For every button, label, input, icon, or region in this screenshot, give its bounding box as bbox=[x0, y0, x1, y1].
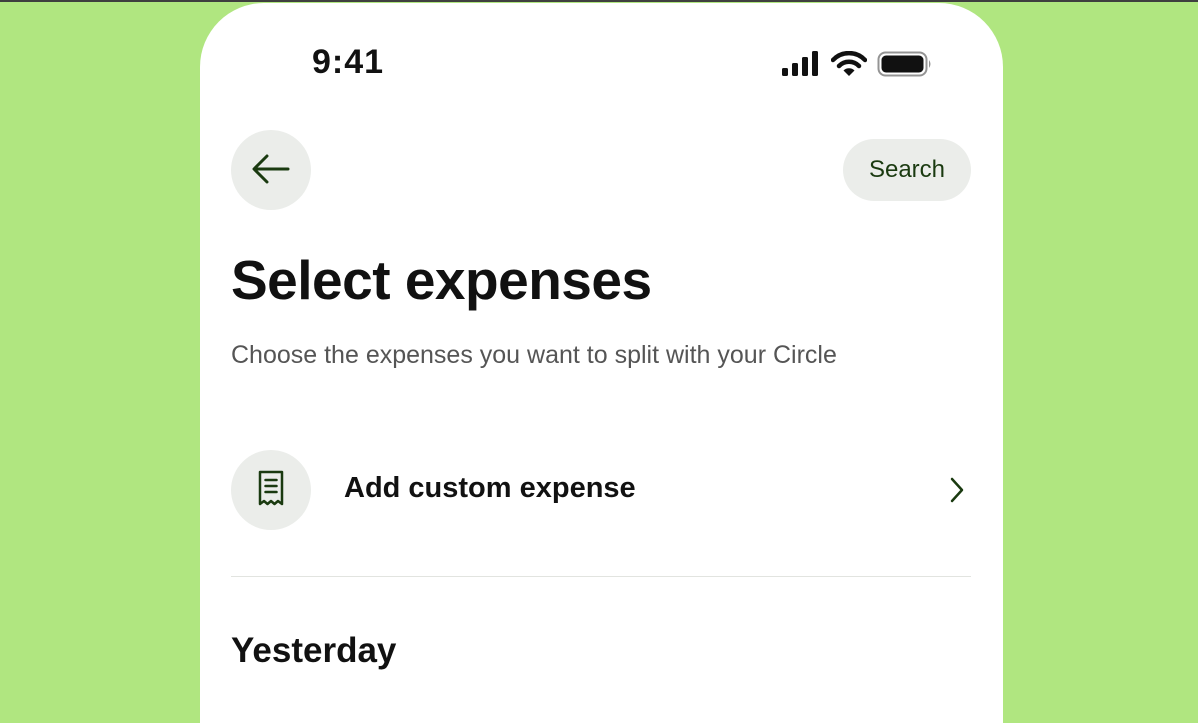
section-header-yesterday: Yesterday bbox=[231, 631, 397, 670]
cellular-signal-icon bbox=[781, 51, 821, 82]
add-custom-expense-label: Add custom expense bbox=[344, 472, 636, 504]
status-time: 9:41 bbox=[312, 43, 385, 81]
top-border bbox=[0, 0, 1198, 2]
phone-screen: 9:41 Search Select expenses Choose the e… bbox=[200, 3, 1003, 723]
wifi-icon bbox=[830, 50, 868, 82]
battery-icon bbox=[877, 51, 933, 82]
page-title: Select expenses bbox=[231, 249, 652, 311]
back-button[interactable] bbox=[231, 130, 311, 210]
divider bbox=[231, 576, 971, 577]
status-icons bbox=[781, 50, 933, 82]
arrow-left-icon bbox=[251, 153, 291, 188]
add-custom-expense-row[interactable]: Add custom expense bbox=[231, 450, 971, 530]
search-button[interactable]: Search bbox=[843, 139, 971, 201]
chevron-right-icon bbox=[949, 476, 965, 509]
page-subtitle: Choose the expenses you want to split wi… bbox=[231, 341, 837, 369]
receipt-icon bbox=[257, 470, 285, 511]
receipt-icon-container bbox=[231, 450, 311, 530]
